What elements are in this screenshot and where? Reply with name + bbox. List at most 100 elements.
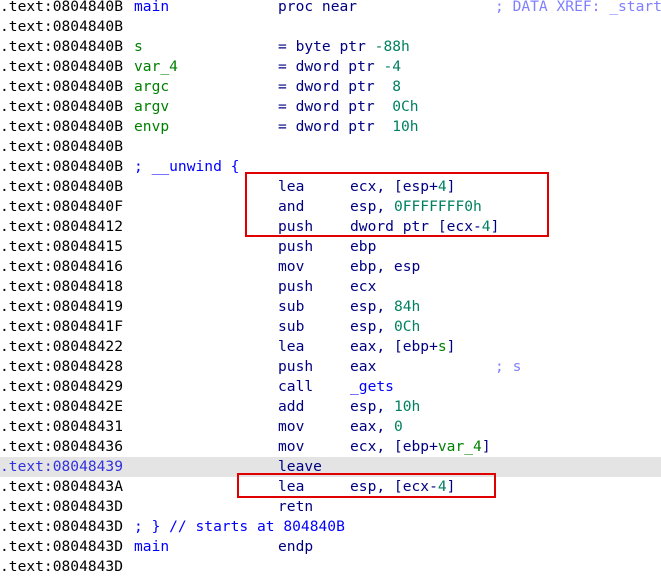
- mnemonic-text: lea: [278, 338, 305, 355]
- operand-token: 0Ch: [393, 318, 421, 335]
- address: .text:08048412: [0, 218, 124, 235]
- operands: ebp: [350, 237, 376, 257]
- listing-line[interactable]: .text:08048416 mov ebp, esp: [0, 257, 661, 277]
- label-column: envp: [134, 117, 169, 137]
- operands: ecx, [ebp+var_4]: [350, 437, 491, 457]
- mnemonic-text: = dword ptr: [278, 118, 393, 135]
- listing-line[interactable]: .text:0804840B argv = dword ptr 0Ch: [0, 97, 661, 117]
- address: .text:0804840B: [0, 98, 124, 115]
- address: .text:08048428: [0, 358, 124, 375]
- mnemonic-text: mov: [278, 418, 305, 435]
- address: .text:0804843A: [0, 478, 124, 495]
- mnemonic-text: retn: [278, 498, 314, 515]
- address: .text:0804840B: [0, 158, 124, 175]
- listing-line[interactable]: .text:0804840B main proc near ; DATA XREF: …: [0, 0, 661, 17]
- mnemonic: = dword ptr -4: [278, 57, 401, 77]
- listing-line[interactable]: .text:08048429 call _gets: [0, 377, 661, 397]
- mnemonic: mov: [278, 257, 304, 277]
- operands: _gets: [350, 377, 394, 397]
- operand-token: -4: [383, 58, 402, 75]
- listing-line[interactable]: .text:08048419 sub esp, 84h: [0, 297, 661, 317]
- mnemonic: add: [278, 397, 304, 417]
- mnemonic: lea: [278, 337, 304, 357]
- label-column: s: [134, 37, 143, 57]
- operand-token: 8: [392, 78, 402, 95]
- label-token: argc: [134, 78, 170, 95]
- address: .text:08048416: [0, 258, 124, 275]
- operands: eax, [ebp+s]: [350, 337, 455, 357]
- listing-line[interactable]: .text:0804840B: [0, 17, 661, 37]
- mnemonic: = dword ptr 8: [278, 77, 401, 97]
- mnemonic-text: sub: [278, 298, 305, 315]
- mnemonic: mov: [278, 417, 304, 437]
- listing-line[interactable]: .text:0804840B envp = dword ptr 10h: [0, 117, 661, 137]
- listing-line[interactable]: .text:08048422 lea eax, [ebp+s]: [0, 337, 661, 357]
- listing-line[interactable]: .text:0804840B: [0, 137, 661, 157]
- operand-token: s: [437, 338, 447, 355]
- address: .text:08048436: [0, 438, 124, 455]
- operand-token: ebp: [350, 238, 377, 255]
- listing-line[interactable]: .text:08048418 push ecx: [0, 277, 661, 297]
- mnemonic: = dword ptr 0Ch: [278, 97, 419, 117]
- label-token: envp: [134, 118, 170, 135]
- label-token: ; } // starts at 804840B: [134, 518, 345, 535]
- mnemonic: push: [278, 277, 313, 297]
- address: .text:08048439: [0, 458, 124, 475]
- address: .text:0804840B: [0, 178, 124, 195]
- mnemonic-text: push: [278, 278, 314, 295]
- mnemonic: sub: [278, 317, 304, 337]
- address: .text:08048422: [0, 338, 124, 355]
- operand-token: esp,: [350, 398, 394, 415]
- operand-token: 10h: [392, 118, 419, 135]
- address: .text:0804843D: [0, 558, 124, 575]
- listing-line[interactable]: .text:0804843D main endp: [0, 537, 661, 557]
- mnemonic: mov: [278, 437, 304, 457]
- operand-token: _gets: [350, 378, 394, 395]
- comment: ; s: [495, 358, 522, 375]
- listing-line[interactable]: .text:08048436 mov ecx, [ebp+var_4]: [0, 437, 661, 457]
- operand-token: esp,: [350, 318, 394, 335]
- operand-token: ebp, esp: [350, 258, 421, 275]
- operand-token: ecx, [ebp+: [350, 438, 438, 455]
- operand-token: 0Ch: [392, 98, 419, 115]
- operands: esp, 0Ch: [350, 317, 420, 337]
- listing-line[interactable]: .text:0804843D retn: [0, 497, 661, 517]
- operand-token: -88h: [374, 38, 410, 55]
- operands: ebp, esp: [350, 257, 420, 277]
- label-column: var_4: [134, 57, 178, 77]
- mnemonic-text: push: [278, 238, 314, 255]
- label-column: main: [134, 537, 169, 557]
- listing-line[interactable]: .text:0804840B argc = dword ptr 8: [0, 77, 661, 97]
- listing-line[interactable]: .text:0804841F sub esp, 0Ch: [0, 317, 661, 337]
- listing-line[interactable]: .text:0804843D ; } // starts at 804840B: [0, 517, 661, 537]
- listing-line[interactable]: .text:0804843D: [0, 557, 661, 577]
- listing-line[interactable]: .text:0804840B var_4 = dword ptr -4: [0, 57, 661, 77]
- mnemonic-text: = dword ptr: [278, 58, 384, 75]
- listing-line[interactable]: .text:0804840B s = byte ptr -88h: [0, 37, 661, 57]
- listing-line[interactable]: .text:08048431 mov eax, 0: [0, 417, 661, 437]
- mnemonic-text: call: [278, 378, 314, 395]
- address: .text:0804840B: [0, 0, 124, 15]
- label-column: ; __unwind {: [134, 157, 239, 177]
- mnemonic: sub: [278, 297, 304, 317]
- operand-token: 0: [393, 418, 403, 435]
- mnemonic: proc near: [278, 0, 357, 17]
- mnemonic-text: sub: [278, 318, 305, 335]
- address: .text:08048429: [0, 378, 124, 395]
- listing-line[interactable]: .text:08048415 push ebp: [0, 237, 661, 257]
- label-column: ; } // starts at 804840B: [134, 517, 345, 537]
- label-token: ; __unwind {: [134, 158, 240, 175]
- listing-line[interactable]: .text:08048428 push eax ; s: [0, 357, 661, 377]
- label-column: argc: [134, 77, 169, 97]
- address: .text:08048431: [0, 418, 124, 435]
- annotation-box: [237, 473, 496, 498]
- operand-token: 10h: [393, 398, 421, 415]
- operands: eax, 0: [350, 417, 403, 437]
- address: .text:0804843D: [0, 498, 124, 515]
- operands: ecx: [350, 277, 376, 297]
- address: .text:0804843D: [0, 538, 124, 555]
- operands: eax: [350, 357, 376, 377]
- listing-line[interactable]: .text:0804842E add esp, 10h: [0, 397, 661, 417]
- comment: ; DATA XREF: _start: [495, 0, 661, 15]
- address: .text:0804840B: [0, 38, 124, 55]
